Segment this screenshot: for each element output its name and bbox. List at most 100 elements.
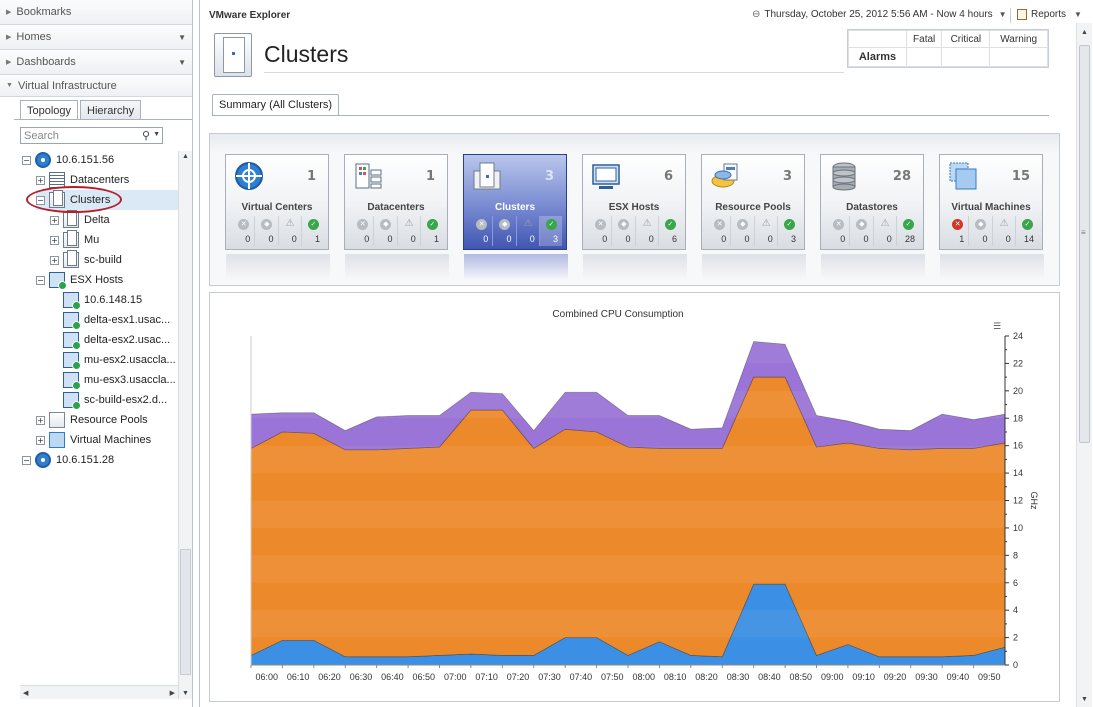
dropdown-arrow-icon[interactable]: ▼ bbox=[178, 58, 186, 67]
tree-node[interactable]: delta-esx2.usac... bbox=[50, 330, 170, 350]
scroll-up-icon[interactable]: ▲ bbox=[182, 153, 189, 160]
scroll-up-icon[interactable]: ▲ bbox=[1081, 29, 1088, 36]
card-status-cell[interactable]: ✓ 1 bbox=[419, 216, 443, 246]
dropdown-arrow-icon[interactable]: ▼ bbox=[178, 33, 186, 42]
card-status-cell[interactable]: ◆ 0 bbox=[849, 216, 872, 246]
chart-menu-icon[interactable]: ☰ bbox=[993, 322, 1001, 332]
search-input[interactable]: Search ⚲ ▼ bbox=[20, 127, 163, 144]
tree-node[interactable]: sc-build-esx2.d... bbox=[50, 390, 167, 410]
expand-icon[interactable]: + bbox=[50, 255, 59, 265]
scroll-left-icon[interactable]: ◀ bbox=[23, 689, 28, 697]
card-status-cell[interactable]: ✓ 6 bbox=[657, 216, 681, 246]
alarms-fatal-count[interactable] bbox=[905, 47, 943, 67]
nav-section-dashboards[interactable]: ▶ Dashboards ▼ bbox=[0, 50, 192, 75]
search-icon[interactable]: ⚲ bbox=[142, 129, 150, 142]
card-status-cell[interactable]: ✕ 0 bbox=[708, 216, 730, 246]
time-range-selector[interactable]: ⊖ Thursday, October 25, 2012 5:56 AM - N… bbox=[752, 9, 1007, 20]
expand-icon[interactable]: + bbox=[50, 235, 59, 245]
fatal-status-icon: ✕ bbox=[595, 219, 607, 230]
card-status-value: 0 bbox=[529, 234, 535, 244]
summary-card-resource-pools[interactable]: 3 Resource Pools ✕ 0 ◆ 0 ⚠ 0 ✓ 3 bbox=[701, 154, 806, 280]
chevron-down-icon[interactable]: ▼ bbox=[1074, 10, 1082, 19]
card-status-cell[interactable]: ✓ 3 bbox=[538, 216, 562, 246]
tree-node[interactable]: − 10.6.151.28 bbox=[22, 450, 114, 470]
card-status-cell[interactable]: ◆ 0 bbox=[492, 216, 515, 246]
tab-hierarchy[interactable]: Hierarchy bbox=[80, 100, 142, 120]
tree-node[interactable]: − 10.6.151.56 bbox=[22, 150, 114, 170]
tree-node[interactable]: mu-esx2.usaccla... bbox=[50, 350, 176, 370]
collapse-icon[interactable]: − bbox=[22, 155, 31, 165]
nav-section-homes[interactable]: ▶ Homes ▼ bbox=[0, 25, 192, 50]
nav-section-bookmarks[interactable]: ▶ Bookmarks bbox=[0, 0, 192, 25]
tree-node[interactable]: + Virtual Machines bbox=[36, 430, 151, 450]
scrollbar-thumb[interactable] bbox=[180, 549, 191, 675]
tree-node[interactable]: mu-esx3.usaccla... bbox=[50, 370, 176, 390]
card-status-counts: ✕ 0 ◆ 0 ⚠ 0 ✓ 3 bbox=[470, 216, 562, 246]
card-status-cell[interactable]: ✕ 0 bbox=[589, 216, 611, 246]
card-status-cell[interactable]: ⚠ 0 bbox=[515, 216, 539, 246]
expand-icon[interactable]: + bbox=[36, 435, 45, 445]
tree-node[interactable]: + Delta bbox=[50, 210, 110, 230]
card-status-cell[interactable]: ◆ 0 bbox=[730, 216, 753, 246]
tab-topology[interactable]: Topology bbox=[20, 100, 79, 120]
card-status-cell[interactable]: ✓ 14 bbox=[1014, 216, 1038, 246]
card-status-cell[interactable]: ⚠ 0 bbox=[872, 216, 896, 246]
card-status-cell[interactable]: ✓ 1 bbox=[300, 216, 324, 246]
alarms-header-blank bbox=[848, 29, 907, 49]
scrollbar-thumb[interactable] bbox=[1079, 45, 1090, 443]
grid-band bbox=[251, 555, 1005, 583]
card-status-cell[interactable]: ✕ 1 bbox=[946, 216, 968, 246]
tree-node[interactable]: + Mu bbox=[50, 230, 99, 250]
card-status-cell[interactable]: ◆ 0 bbox=[254, 216, 277, 246]
summary-card-datacenters[interactable]: 1 Datacenters ✕ 0 ◆ 0 ⚠ 0 ✓ 1 bbox=[344, 154, 449, 280]
summary-card-datastores[interactable]: 28 Datastores ✕ 0 ◆ 0 ⚠ 0 ✓ 28 bbox=[820, 154, 925, 280]
summary-card-esx-hosts[interactable]: 6 ESX Hosts ✕ 0 ◆ 0 ⚠ 0 ✓ 6 bbox=[582, 154, 687, 280]
card-status-value: 0 bbox=[840, 234, 846, 244]
collapse-icon[interactable]: − bbox=[22, 455, 31, 465]
tree-node[interactable]: − Clusters bbox=[36, 190, 178, 210]
summary-card-clusters[interactable]: 3 Clusters ✕ 0 ◆ 0 ⚠ 0 ✓ 3 bbox=[463, 154, 568, 280]
tree-vertical-scrollbar[interactable]: ▲ ▼ bbox=[178, 151, 192, 699]
card-status-cell[interactable]: ⚠ 0 bbox=[753, 216, 777, 246]
nav-section-virtual-infrastructure[interactable]: ▼ Virtual Infrastructure bbox=[0, 75, 192, 97]
card-status-cell[interactable]: ⚠ 0 bbox=[991, 216, 1015, 246]
tree-node[interactable]: + sc-build bbox=[50, 250, 122, 270]
summary-card-virtual-centers[interactable]: 1 Virtual Centers ✕ 0 ◆ 0 ⚠ 0 ✓ 1 bbox=[225, 154, 330, 280]
expand-icon[interactable]: + bbox=[50, 215, 59, 225]
chevron-down-icon[interactable]: ▼ bbox=[153, 131, 160, 138]
expand-icon[interactable]: + bbox=[36, 175, 45, 185]
card-status-cell[interactable]: ✕ 0 bbox=[470, 216, 492, 246]
card-status-cell[interactable]: ⚠ 0 bbox=[634, 216, 658, 246]
card-status-cell[interactable]: ✓ 28 bbox=[895, 216, 919, 246]
tree-node[interactable]: − ESX Hosts bbox=[36, 270, 123, 290]
reports-button[interactable]: Reports ▼ bbox=[1017, 9, 1082, 20]
chevron-down-icon[interactable]: ▼ bbox=[999, 10, 1007, 19]
card-status-cell[interactable]: ✕ 0 bbox=[351, 216, 373, 246]
cluster-icon bbox=[473, 162, 501, 190]
card-status-cell[interactable]: ⚠ 0 bbox=[277, 216, 301, 246]
card-status-cell[interactable]: ✕ 0 bbox=[827, 216, 849, 246]
card-status-cell[interactable]: ⚠ 0 bbox=[396, 216, 420, 246]
scroll-down-icon[interactable]: ▼ bbox=[1081, 696, 1088, 703]
tree-node[interactable]: + Resource Pools bbox=[36, 410, 148, 430]
card-status-cell[interactable]: ◆ 0 bbox=[373, 216, 396, 246]
card-status-cell[interactable]: ✕ 0 bbox=[232, 216, 254, 246]
tree-node[interactable]: delta-esx1.usac... bbox=[50, 310, 170, 330]
tree-node[interactable]: 10.6.148.15 bbox=[50, 290, 142, 310]
tree-node[interactable]: + Datacenters bbox=[36, 170, 129, 190]
card-count: 28 bbox=[892, 169, 911, 184]
tree-horizontal-scrollbar[interactable]: ◀ ▶ bbox=[20, 685, 178, 699]
tab-summary-all-clusters[interactable]: Summary (All Clusters) bbox=[212, 94, 340, 116]
expand-icon[interactable]: + bbox=[36, 415, 45, 425]
collapse-icon[interactable]: − bbox=[36, 195, 45, 205]
alarms-critical-count[interactable] bbox=[941, 47, 991, 67]
card-status-cell[interactable]: ◆ 0 bbox=[968, 216, 991, 246]
card-status-cell[interactable]: ◆ 0 bbox=[611, 216, 634, 246]
collapse-icon[interactable]: − bbox=[36, 275, 45, 285]
main-vertical-scrollbar[interactable]: ▲ ≡ ▼ bbox=[1076, 23, 1092, 707]
scroll-down-icon[interactable]: ▼ bbox=[182, 690, 189, 697]
scroll-right-icon[interactable]: ▶ bbox=[170, 689, 175, 697]
summary-card-virtual-machines[interactable]: 15 Virtual Machines ✕ 1 ◆ 0 ⚠ 0 ✓ 14 bbox=[939, 154, 1044, 280]
alarms-warning-count[interactable] bbox=[989, 47, 1048, 67]
card-status-cell[interactable]: ✓ 3 bbox=[776, 216, 800, 246]
